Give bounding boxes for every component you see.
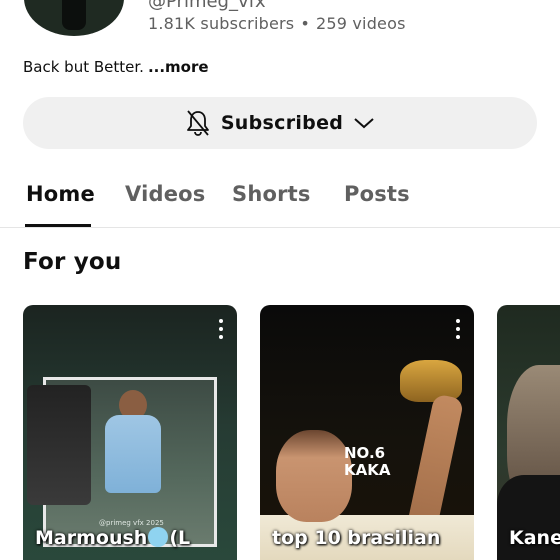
short-title: top 10 brasilian	[272, 527, 441, 549]
short-title-text: Marmoush	[35, 527, 148, 549]
video-count: 259 videos	[315, 14, 406, 33]
more-options-icon[interactable]	[217, 319, 225, 339]
stats-separator: •	[300, 14, 310, 33]
tab-posts[interactable]: Posts	[344, 182, 410, 206]
active-tab-indicator	[25, 224, 91, 227]
short-card[interactable]: @primeg vfx 2025 Marmoush (L	[23, 305, 237, 560]
short-title-suffix: (L	[169, 527, 191, 549]
thumbnail-trophy	[400, 360, 462, 402]
bell-off-icon	[186, 110, 209, 136]
chevron-down-icon	[354, 118, 374, 129]
thumbnail-overlay-text: NO.6 KAKA	[344, 445, 390, 479]
thumbnail-player	[105, 415, 161, 493]
description-text: Back but Better.	[23, 58, 144, 76]
subscribed-label: Subscribed	[220, 112, 344, 134]
thumbnail-camera-crew	[27, 385, 91, 505]
channel-avatar[interactable]	[24, 0, 124, 36]
overlay-name: KAKA	[344, 461, 391, 479]
subscriber-count: 1.81K subscribers	[148, 14, 295, 33]
overlay-rank: NO.6	[344, 444, 386, 462]
thumbnail-watermark: @primeg vfx 2025	[99, 519, 164, 527]
tab-home[interactable]: Home	[26, 182, 95, 206]
short-title: Marmoush (L	[35, 527, 190, 549]
short-card[interactable]: Kane	[497, 305, 560, 560]
channel-description[interactable]: Back but Better. ...more	[23, 58, 209, 76]
section-title: For you	[23, 249, 122, 275]
channel-handle: @Primeg_vfx	[148, 0, 266, 12]
channel-tabs: Home Videos Shorts Posts	[0, 170, 560, 228]
more-options-icon[interactable]	[454, 319, 462, 339]
subscribed-button[interactable]: Subscribed	[23, 97, 537, 149]
short-card[interactable]: NO.6 KAKA top 10 brasilian	[260, 305, 474, 560]
more-link[interactable]: ...more	[148, 58, 209, 76]
short-title: Kane	[509, 527, 560, 549]
cold-face-emoji-icon	[148, 527, 169, 547]
thumbnail-player-face	[276, 430, 352, 522]
channel-stats: 1.81K subscribers • 259 videos	[148, 14, 406, 33]
tab-videos[interactable]: Videos	[125, 182, 205, 206]
tab-shorts[interactable]: Shorts	[232, 182, 311, 206]
